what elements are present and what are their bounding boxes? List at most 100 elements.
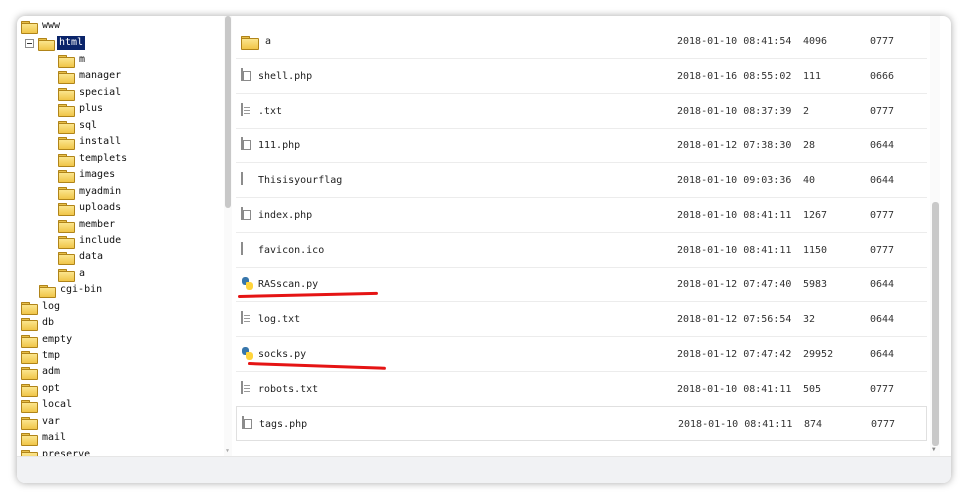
folder-icon [21, 416, 38, 430]
file-modified: 2018-01-10 08:41:11 [677, 384, 792, 395]
file-name: .txt [258, 106, 283, 117]
folder-icon [21, 301, 38, 315]
tree-item-preserve[interactable]: preserve [21, 447, 92, 456]
folder-icon [241, 35, 259, 50]
directory-tree: www html m manager special plus sql inst… [17, 16, 231, 456]
file-permissions[interactable]: 0644 [870, 128, 894, 163]
folder-icon [21, 20, 38, 34]
file-row-thisisyourflag[interactable]: Thisisyourflag 2018-01-10 09:03:36 40 06… [236, 163, 927, 198]
file-modified: 2018-01-12 07:47:40 [677, 279, 792, 290]
tree-item-opt[interactable]: opt [21, 381, 62, 397]
file-permissions[interactable]: 0777 [870, 372, 894, 407]
file-name: robots.txt [258, 384, 319, 395]
tree-item-label: log [42, 301, 61, 312]
tree-item-templets[interactable]: templets [58, 151, 129, 167]
file-row-111-php[interactable]: 111.php 2018-01-12 07:38:30 28 0644 [236, 128, 927, 163]
file-list: a 2018-01-10 08:41:54 4096 0777 shell.ph… [236, 16, 927, 456]
tree-item-install[interactable]: install [58, 134, 123, 150]
tree-item-manager[interactable]: manager [58, 68, 123, 84]
tree-item-include[interactable]: include [58, 233, 123, 249]
file-row-index-php[interactable]: index.php 2018-01-10 08:41:11 1267 0777 [236, 198, 927, 233]
tree-item-log[interactable]: log [21, 299, 62, 315]
file-permissions[interactable]: 0644 [870, 163, 894, 198]
file-permissions[interactable]: 0644 [870, 267, 894, 302]
folder-icon [58, 219, 75, 233]
file-permissions[interactable]: 0644 [870, 337, 894, 372]
scroll-down-arrow-icon[interactable]: ▼ [226, 448, 229, 454]
file-size: 32 [803, 314, 816, 325]
tree-item-adm[interactable]: adm [21, 364, 62, 380]
collapse-toggle-icon[interactable] [25, 38, 34, 48]
tree-item-special[interactable]: special [58, 85, 123, 101]
file-size: 874 [804, 419, 823, 430]
file-permissions[interactable]: 0777 [870, 198, 894, 233]
tree-item-tmp[interactable]: tmp [21, 348, 62, 364]
tree-item-local[interactable]: local [21, 397, 74, 413]
tree-item-label: local [42, 399, 73, 410]
tree-item-db[interactable]: db [21, 315, 56, 331]
tree-item-label: db [42, 317, 55, 328]
tree-item-member[interactable]: member [58, 217, 117, 233]
tree-item-var[interactable]: var [21, 414, 62, 430]
file-size: 28 [803, 140, 816, 151]
tree-scrollbar-thumb[interactable] [225, 16, 231, 208]
tree-item-label: m [79, 54, 86, 65]
file-permissions[interactable]: 0777 [871, 407, 895, 442]
tree-item-www[interactable]: www [21, 18, 62, 34]
file-size: 1267 [803, 210, 828, 221]
file-permissions[interactable]: 0644 [870, 302, 894, 337]
file-row-favicon-ico[interactable]: favicon.ico 2018-01-10 08:41:11 1150 077… [236, 233, 927, 268]
file-row-shell-php[interactable]: shell.php 2018-01-16 08:55:02 111 0666 [236, 59, 927, 94]
folder-icon [58, 186, 75, 200]
tree-item-label: cgi-bin [60, 284, 103, 295]
tree-item-label: var [42, 416, 61, 427]
file-list-scrollbar[interactable]: ▼ [930, 16, 940, 456]
tree-item-myadmin[interactable]: myadmin [58, 184, 123, 200]
tree-item-images[interactable]: images [58, 167, 117, 183]
file-row-a[interactable]: a 2018-01-10 08:41:54 4096 0777 [236, 24, 927, 59]
tree-item-label: manager [79, 70, 122, 81]
tree-scrollbar[interactable]: ▼ [224, 16, 232, 456]
tree-item-mail[interactable]: mail [21, 430, 68, 446]
folder-icon [39, 284, 56, 298]
file-row-robots-txt[interactable]: robots.txt 2018-01-10 08:41:11 505 0777 [236, 372, 927, 407]
folder-icon [21, 350, 38, 364]
file-modified: 2018-01-10 09:03:36 [677, 175, 792, 186]
tree-item-cgi-bin[interactable]: cgi-bin [39, 282, 104, 298]
tree-item-label: data [79, 251, 104, 262]
file-permissions[interactable]: 0666 [870, 59, 894, 94]
scroll-down-arrow-icon[interactable]: ▼ [932, 446, 936, 453]
tree-item-uploads[interactable]: uploads [58, 200, 123, 216]
tree-item-m[interactable]: m [58, 52, 87, 68]
file-size: 111 [803, 71, 822, 82]
folder-icon [21, 432, 38, 446]
tree-item-label: templets [79, 153, 128, 164]
file-list-scrollbar-thumb[interactable] [932, 202, 939, 446]
tree-item-sql[interactable]: sql [58, 118, 99, 134]
folder-icon [21, 383, 38, 397]
open-folder-icon [38, 37, 55, 51]
tree-item-plus[interactable]: plus [58, 101, 105, 117]
tree-item-label: include [79, 235, 122, 246]
tree-item-html[interactable]: html [25, 35, 86, 51]
file-modified: 2018-01-12 07:56:54 [677, 314, 792, 325]
file-row-txt[interactable]: .txt 2018-01-10 08:37:39 2 0777 [236, 94, 927, 129]
file-name: shell.php [258, 71, 313, 82]
file-row-log-txt[interactable]: log.txt 2018-01-12 07:56:54 32 0644 [236, 302, 927, 337]
file-permissions[interactable]: 0777 [870, 94, 894, 129]
folder-icon [58, 251, 75, 265]
tree-item-a[interactable]: a [58, 266, 87, 282]
file-name: RASscan.py [258, 279, 319, 290]
file-permissions[interactable]: 0777 [870, 24, 894, 59]
folder-icon [58, 103, 75, 117]
file-row-tags-php[interactable]: tags.php 2018-01-10 08:41:11 874 0777 [236, 406, 927, 441]
php-file-icon [241, 68, 254, 84]
text-file-icon [241, 311, 254, 327]
file-permissions[interactable]: 0777 [870, 233, 894, 268]
status-bar [17, 456, 951, 483]
file-size: 4096 [803, 36, 828, 47]
file-row-rasscan-py[interactable]: RASscan.py 2018-01-12 07:47:40 5983 0644 [236, 267, 927, 302]
php-file-icon [241, 137, 254, 153]
tree-item-empty[interactable]: empty [21, 332, 74, 348]
tree-item-data[interactable]: data [58, 249, 105, 265]
